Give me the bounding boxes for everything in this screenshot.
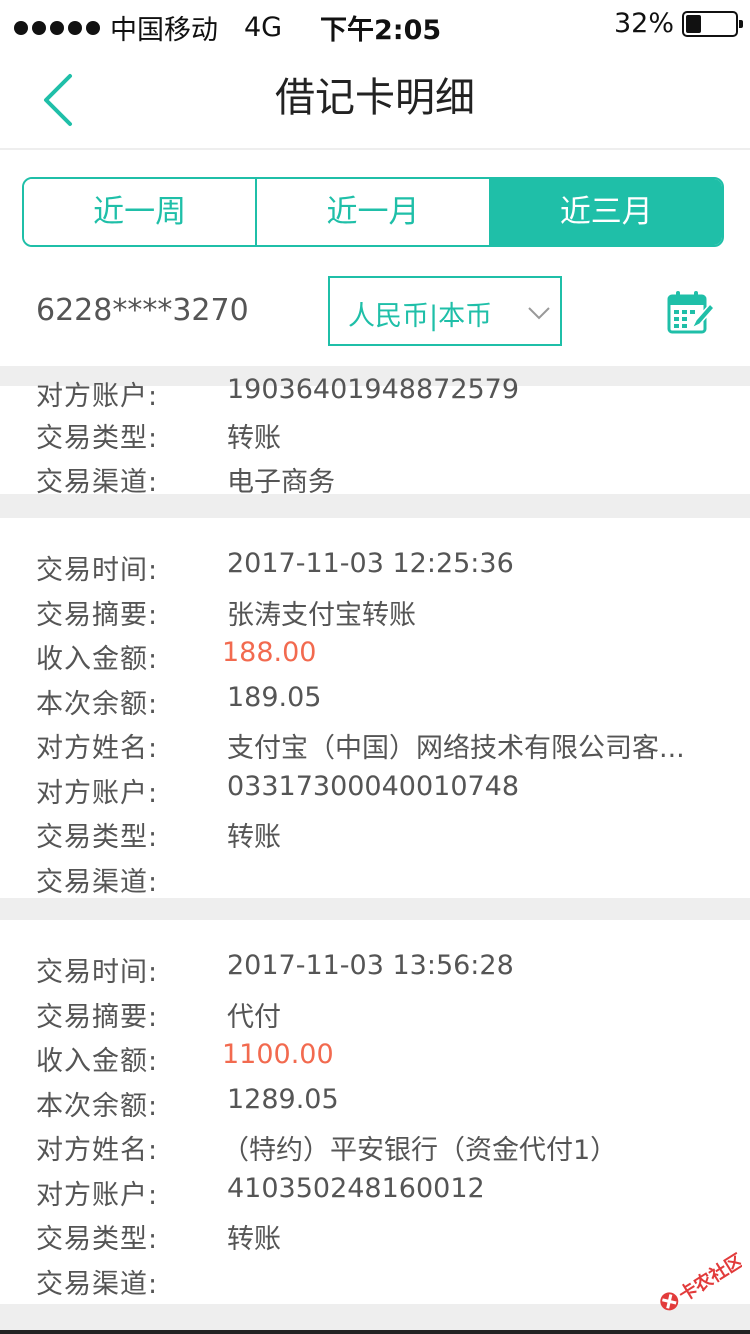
status-bar: 中国移动 4G 下午2:05 32% bbox=[0, 0, 750, 50]
transaction-card: 对方账户: 19036401948872579 交易类型: 转账 交易渠道: 电… bbox=[0, 374, 750, 498]
field-value: 410350248160012 bbox=[227, 1173, 485, 1204]
transaction-card: 交易时间: 2017-11-03 12:25:36 交易摘要: 张涛支付宝转账 … bbox=[0, 518, 750, 898]
card-number: 6228****3270 bbox=[36, 293, 249, 328]
field-transaction-type: 交易类型: 转账 bbox=[0, 416, 750, 460]
field-value: 转账 bbox=[227, 822, 281, 853]
page-title: 借记卡明细 bbox=[275, 75, 475, 121]
field-value: 转账 bbox=[227, 1224, 281, 1255]
signal-strength-icon bbox=[14, 20, 100, 35]
field-label: 交易时间: bbox=[36, 555, 159, 586]
currency-select-value: 人民币|本币 bbox=[348, 301, 493, 332]
field-income-amount: 收入金额: 1100.00 bbox=[0, 1039, 750, 1083]
field-summary: 交易摘要: 代付 bbox=[0, 995, 750, 1039]
field-value: 张涛支付宝转账 bbox=[227, 600, 416, 631]
field-value: 支付宝（中国）网络技术有限公司客... bbox=[227, 733, 685, 764]
field-label: 收入金额: bbox=[36, 644, 159, 675]
date-range-tabs: 近一周 近一月 近三月 bbox=[22, 177, 724, 247]
field-label: 本次余额: bbox=[36, 1091, 159, 1122]
field-transaction-time: 交易时间: 2017-11-03 13:56:28 bbox=[0, 950, 750, 994]
field-transaction-type: 交易类型: 转账 bbox=[0, 815, 750, 859]
watermark-logo: 卡农社区 bbox=[660, 1249, 742, 1311]
svg-text:卡农社区: 卡农社区 bbox=[675, 1249, 742, 1306]
field-label: 对方姓名: bbox=[36, 1135, 159, 1166]
income-amount: 188.00 bbox=[222, 637, 317, 668]
field-transaction-time: 交易时间: 2017-11-03 12:25:36 bbox=[0, 548, 750, 592]
bottom-edge bbox=[0, 1330, 750, 1334]
field-value: 电子商务 bbox=[227, 467, 335, 498]
field-transaction-channel: 交易渠道: bbox=[0, 860, 750, 904]
field-transaction-type: 交易类型: 转账 bbox=[0, 1217, 750, 1261]
field-counterparty-name: 对方姓名: （特约）平安银行（资金代付1） bbox=[0, 1128, 750, 1172]
currency-select[interactable]: 人民币|本币 bbox=[328, 276, 562, 346]
clock: 下午2:05 bbox=[320, 15, 442, 46]
field-label: 对方账户: bbox=[36, 381, 159, 412]
chevron-down-icon bbox=[528, 307, 550, 320]
status-right: 32% bbox=[613, 8, 743, 39]
calendar-button[interactable] bbox=[666, 290, 716, 336]
field-value: 189.05 bbox=[227, 682, 322, 713]
field-value: 03317300040010748 bbox=[227, 771, 520, 802]
field-label: 交易类型: bbox=[36, 1224, 159, 1255]
field-transaction-channel: 交易渠道: 电子商务 bbox=[0, 460, 750, 504]
field-label: 收入金额: bbox=[36, 1046, 159, 1077]
field-value: 转账 bbox=[227, 423, 281, 454]
field-counterparty-account: 对方账户: 19036401948872579 bbox=[0, 374, 750, 418]
field-label: 交易类型: bbox=[36, 822, 159, 853]
field-transaction-channel: 交易渠道: bbox=[0, 1262, 750, 1306]
field-value: 1289.05 bbox=[227, 1084, 339, 1115]
status-left: 中国移动 4G bbox=[14, 8, 282, 47]
field-summary: 交易摘要: 张涛支付宝转账 bbox=[0, 593, 750, 637]
field-label: 交易时间: bbox=[36, 957, 159, 988]
tab-last-week[interactable]: 近一周 bbox=[24, 179, 258, 245]
field-label: 交易渠道: bbox=[36, 1269, 159, 1300]
calendar-edit-icon bbox=[667, 291, 716, 334]
network-type: 4G bbox=[244, 12, 283, 43]
field-label: 对方账户: bbox=[36, 778, 159, 809]
tab-last-three-months[interactable]: 近三月 bbox=[490, 179, 722, 245]
field-label: 交易渠道: bbox=[36, 467, 159, 498]
field-label: 交易类型: bbox=[36, 423, 159, 454]
field-label: 交易摘要: bbox=[36, 600, 159, 631]
field-value: 代付 bbox=[227, 1002, 281, 1033]
field-counterparty-account: 对方账户: 410350248160012 bbox=[0, 1173, 750, 1217]
field-label: 对方姓名: bbox=[36, 733, 159, 764]
navigation-bar: 借记卡明细 bbox=[0, 50, 750, 150]
transaction-list[interactable]: 对方账户: 19036401948872579 交易类型: 转账 交易渠道: 电… bbox=[0, 366, 750, 1334]
carrier-name: 中国移动 bbox=[110, 15, 218, 46]
transaction-card: 交易时间: 2017-11-03 13:56:28 交易摘要: 代付 收入金额:… bbox=[0, 920, 750, 1304]
field-counterparty-account: 对方账户: 03317300040010748 bbox=[0, 771, 750, 815]
field-label: 对方账户: bbox=[36, 1180, 159, 1211]
field-label: 本次余额: bbox=[36, 689, 159, 720]
battery-percent: 32% bbox=[613, 8, 674, 39]
field-balance: 本次余额: 1289.05 bbox=[0, 1084, 750, 1128]
tab-last-month[interactable]: 近一月 bbox=[257, 179, 491, 245]
field-value: （特约）平安银行（资金代付1） bbox=[222, 1135, 618, 1166]
income-amount: 1100.00 bbox=[222, 1039, 334, 1070]
field-value: 2017-11-03 12:25:36 bbox=[227, 548, 514, 579]
field-value: 2017-11-03 13:56:28 bbox=[227, 950, 514, 981]
field-label: 交易渠道: bbox=[36, 867, 159, 898]
field-balance: 本次余额: 189.05 bbox=[0, 682, 750, 726]
battery-icon bbox=[682, 10, 743, 37]
field-value: 19036401948872579 bbox=[227, 374, 520, 405]
field-label: 交易摘要: bbox=[36, 1002, 159, 1033]
field-counterparty-name: 对方姓名: 支付宝（中国）网络技术有限公司客... bbox=[0, 726, 750, 770]
field-income-amount: 收入金额: 188.00 bbox=[0, 637, 750, 681]
